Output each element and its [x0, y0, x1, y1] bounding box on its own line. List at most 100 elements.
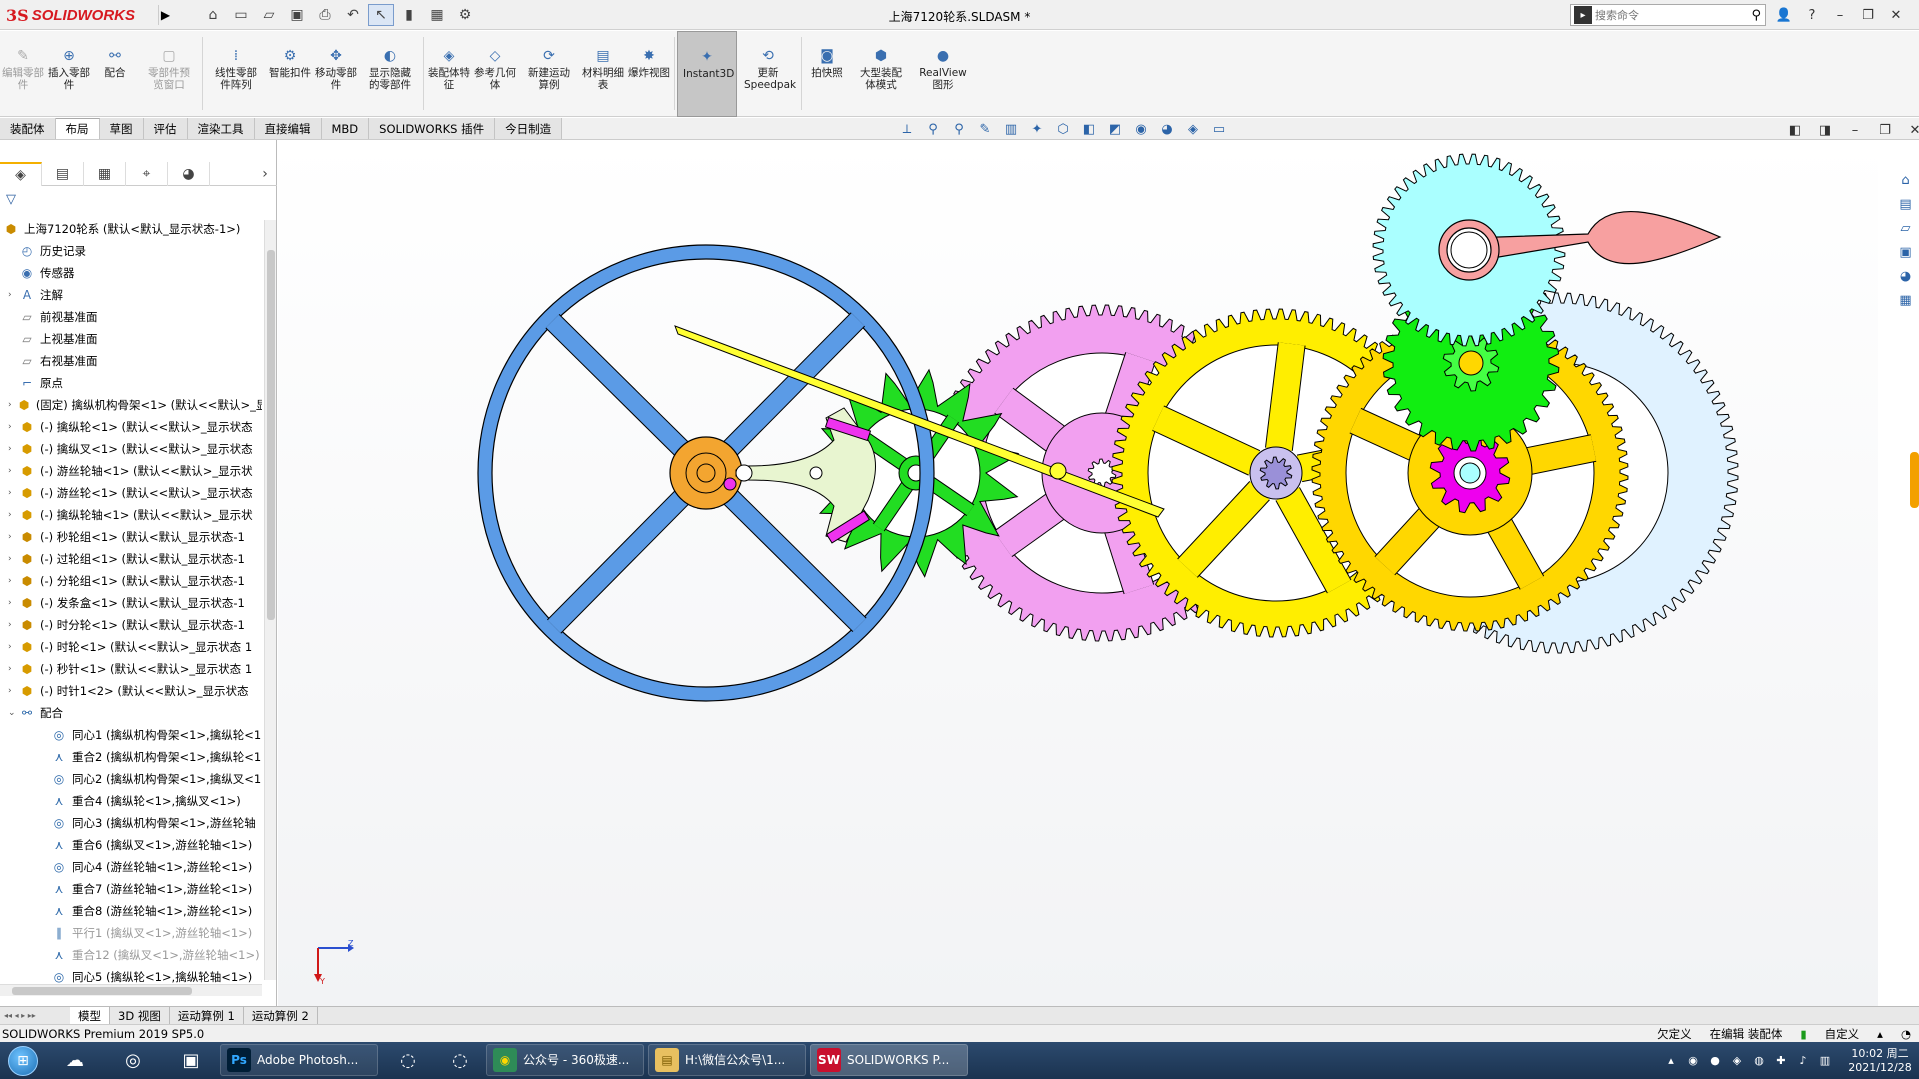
tab-2[interactable]: 草图 [99, 118, 144, 139]
file-properties-icon[interactable]: ▦ [424, 4, 450, 26]
tree-horizontal-scrollbar[interactable] [0, 984, 262, 996]
gear-train-model[interactable] [278, 140, 1878, 1006]
monitor-display-icon[interactable]: ▭ [1208, 119, 1230, 139]
rebuild-indicator-icon[interactable]: ▮ [1800, 1027, 1806, 1041]
ribbon-button-9[interactable]: ◇ 参考几何体 [472, 31, 518, 117]
ribbon-button-13[interactable]: ✦ Instant3D [677, 31, 737, 117]
tree-item[interactable]: › ⬢ (-) 擒纵叉<1> (默认<<默认>_显示状态 [0, 438, 262, 460]
ribbon-button-3[interactable]: ▢ 零部件预览窗口 [138, 31, 200, 117]
taskbar-app-0[interactable]: Ps Adobe Photosh... [220, 1043, 378, 1076]
ribbon-button-2[interactable]: ⚯ 配合 [92, 31, 138, 117]
tree-item[interactable]: › ⬢ (-) 秒轮组<1> (默认<默认_显示状态-1 [0, 526, 262, 548]
file-explorer-icon[interactable]: ▱ [1896, 218, 1916, 238]
dimxpert-tab-icon[interactable]: ⌖ [126, 162, 168, 186]
tab-5[interactable]: 直接编辑 [254, 118, 322, 139]
ribbon-button-7[interactable]: ◐ 显示隐藏的零部件 [359, 31, 421, 117]
tree-item[interactable]: ∥ 平行1 (擒纵叉<1>,游丝轮轴<1>) [0, 922, 262, 944]
tree-expand-arrow-icon[interactable]: › [8, 642, 18, 652]
bottom-tab-2[interactable]: 运动算例 1 [170, 1007, 244, 1024]
bottom-tab-1[interactable]: 3D 视图 [110, 1007, 170, 1024]
panel-expand-arrow-icon[interactable]: › [253, 162, 277, 186]
tray-input-icon[interactable]: ✚ [1773, 1053, 1789, 1069]
tree-item[interactable]: ⋏ 重合2 (擒纵机构骨架<1>,擒纵轮<1 [0, 746, 262, 768]
configuration-manager-tab-icon[interactable]: ▦ [84, 162, 126, 186]
yellow-gear-spoke[interactable] [1265, 342, 1305, 451]
taskbar-app-2[interactable]: ▤ H:\微信公众号\1... [648, 1043, 806, 1076]
solidworks-logo[interactable]: 3S SOLIDWORKS [6, 3, 156, 27]
edit-appearance-icon[interactable]: ◉ [1130, 119, 1152, 139]
new-document-icon[interactable]: ▭ [228, 4, 254, 26]
tree-expand-arrow-icon[interactable]: › [8, 422, 18, 432]
user-icon[interactable]: 👤 [1774, 5, 1794, 25]
tree-item[interactable]: ⋏ 重合7 (游丝轮轴<1>,游丝轮<1>) [0, 878, 262, 900]
viewport-tile-right-icon[interactable]: ◨ [1815, 120, 1835, 140]
tree-item[interactable]: ◎ 同心4 (游丝轮轴<1>,游丝轮<1>) [0, 856, 262, 878]
tree-item[interactable]: ▱ 前视基准面 [0, 306, 262, 328]
impulse-pin[interactable] [723, 477, 737, 491]
units-status[interactable]: 自定义 [1825, 1026, 1860, 1042]
ribbon-button-5[interactable]: ⚙ 智能扣件 [267, 31, 313, 117]
tree-item[interactable]: ◎ 同心3 (擒纵机构骨架<1>,游丝轮轴 [0, 812, 262, 834]
design-library-icon[interactable]: ▤ [1896, 194, 1916, 214]
tree-expand-arrow-icon[interactable]: › [8, 686, 18, 696]
feature-manager-tab-icon[interactable]: ◈ [0, 162, 42, 186]
tree-expand-arrow-icon[interactable]: › [8, 532, 18, 542]
tree-expand-arrow-icon[interactable]: › [8, 664, 18, 674]
ribbon-button-14[interactable]: ⟲ 更新Speedpak [737, 31, 799, 117]
tree-expand-arrow-icon[interactable]: ⌄ [8, 708, 18, 718]
viewport-minimize-icon[interactable]: – [1845, 120, 1865, 140]
magnifier-icon[interactable]: ⚲ [1751, 8, 1761, 23]
tree-item[interactable]: › ⬢ (-) 时轮<1> (默认<<默认>_显示状态 1 [0, 636, 262, 658]
tree-expand-arrow-icon[interactable]: › [8, 466, 18, 476]
tree-expand-arrow-icon[interactable]: › [8, 400, 17, 410]
close-icon[interactable]: ✕ [1886, 5, 1906, 25]
zoom-to-area-icon[interactable]: ⚲ [948, 119, 970, 139]
tree-item[interactable]: ⌄ ⚯ 配合 [0, 702, 262, 724]
help-icon[interactable]: ? [1802, 5, 1822, 25]
tree-expand-arrow-icon[interactable]: › [8, 290, 18, 300]
tab-7[interactable]: SOLIDWORKS 插件 [369, 118, 496, 139]
options-gear-icon[interactable]: ⚙ [452, 4, 478, 26]
start-button[interactable]: ⊞ [0, 1043, 46, 1079]
tree-item[interactable]: ›⬢ (固定) 擒纵机构骨架<1> (默认<<默认>_显示状态 [0, 394, 262, 416]
tree-item[interactable]: ⋏ 重合12 (擒纵叉<1>,游丝轮轴<1>) [0, 944, 262, 966]
tab-8[interactable]: 今日制造 [495, 118, 563, 139]
ribbon-button-11[interactable]: ▤ 材料明细表 [580, 31, 626, 117]
ribbon-button-15[interactable]: ◙ 拍快照 [804, 31, 850, 117]
dynamic-annotation-icon[interactable]: ✦ [1026, 119, 1048, 139]
tree-item[interactable]: › ⬢ (-) 时针1<2> (默认<<默认>_显示状态 [0, 680, 262, 702]
tray-360-icon[interactable]: ◍ [1751, 1053, 1767, 1069]
tray-shield-icon[interactable]: ◈ [1729, 1053, 1745, 1069]
green-gear-arbor[interactable] [1458, 350, 1484, 376]
tree-item[interactable]: ⋏ 重合6 (擒纵叉<1>,游丝轮轴<1>) [0, 834, 262, 856]
baidu-netdisk-icon[interactable]: ☁ [46, 1044, 104, 1078]
tree-root-assembly[interactable]: ⬢ 上海7120轮系 (默认<默认_显示状态-1>) [0, 218, 262, 240]
tree-item[interactable]: › A 注解 [0, 284, 262, 306]
tab-4[interactable]: 渲染工具 [187, 118, 255, 139]
tree-item[interactable]: ◎ 同心2 (擒纵机构骨架<1>,擒纵叉<1 [0, 768, 262, 790]
solidworks-resources-icon[interactable]: ⌂ [1896, 170, 1916, 190]
hand-hub-inner[interactable] [1450, 231, 1488, 269]
ribbon-button-16[interactable]: ⬢ 大型装配体模式 [850, 31, 912, 117]
ribbon-button-1[interactable]: ⊕ 插入零部件 [46, 31, 92, 117]
tab-1[interactable]: 布局 [55, 118, 100, 139]
tab-navigation-arrows[interactable]: ◂◂ ◂ ▸ ▸▸ [0, 1008, 70, 1024]
apply-scene-icon[interactable]: ◕ [1156, 119, 1178, 139]
tray-wechat-icon[interactable]: ● [1707, 1053, 1723, 1069]
open-folder-icon[interactable]: ▱ [256, 4, 282, 26]
tree-item[interactable]: › ⬢ (-) 过轮组<1> (默认<默认_显示状态-1 [0, 548, 262, 570]
bottom-tab-3[interactable]: 运动算例 2 [244, 1007, 318, 1024]
tray-app-icon[interactable]: ◉ [1685, 1053, 1701, 1069]
ribbon-button-8[interactable]: ◈ 装配体特征 [426, 31, 472, 117]
tree-filter-icon[interactable]: ▽ [6, 192, 16, 207]
tree-item[interactable]: › ⬢ (-) 分轮组<1> (默认<默认_显示状态-1 [0, 570, 262, 592]
viewport-scroll-knob[interactable] [1910, 452, 1919, 508]
tree-item[interactable]: ⋏ 重合4 (擒纵轮<1>,擒纵叉<1>) [0, 790, 262, 812]
tree-vertical-scrollbar[interactable] [264, 220, 276, 980]
tree-item[interactable]: › ⬢ (-) 游丝轮轴<1> (默认<<默认>_显示状 [0, 460, 262, 482]
save-icon[interactable]: ▣ [284, 4, 310, 26]
magenta-pinion-arbor[interactable] [1459, 462, 1481, 484]
system-clock[interactable]: 10:02 周二 2021/12/28 [1845, 1047, 1915, 1075]
balance-wheel-spoke[interactable] [547, 487, 692, 633]
tree-expand-arrow-icon[interactable]: › [8, 554, 18, 564]
